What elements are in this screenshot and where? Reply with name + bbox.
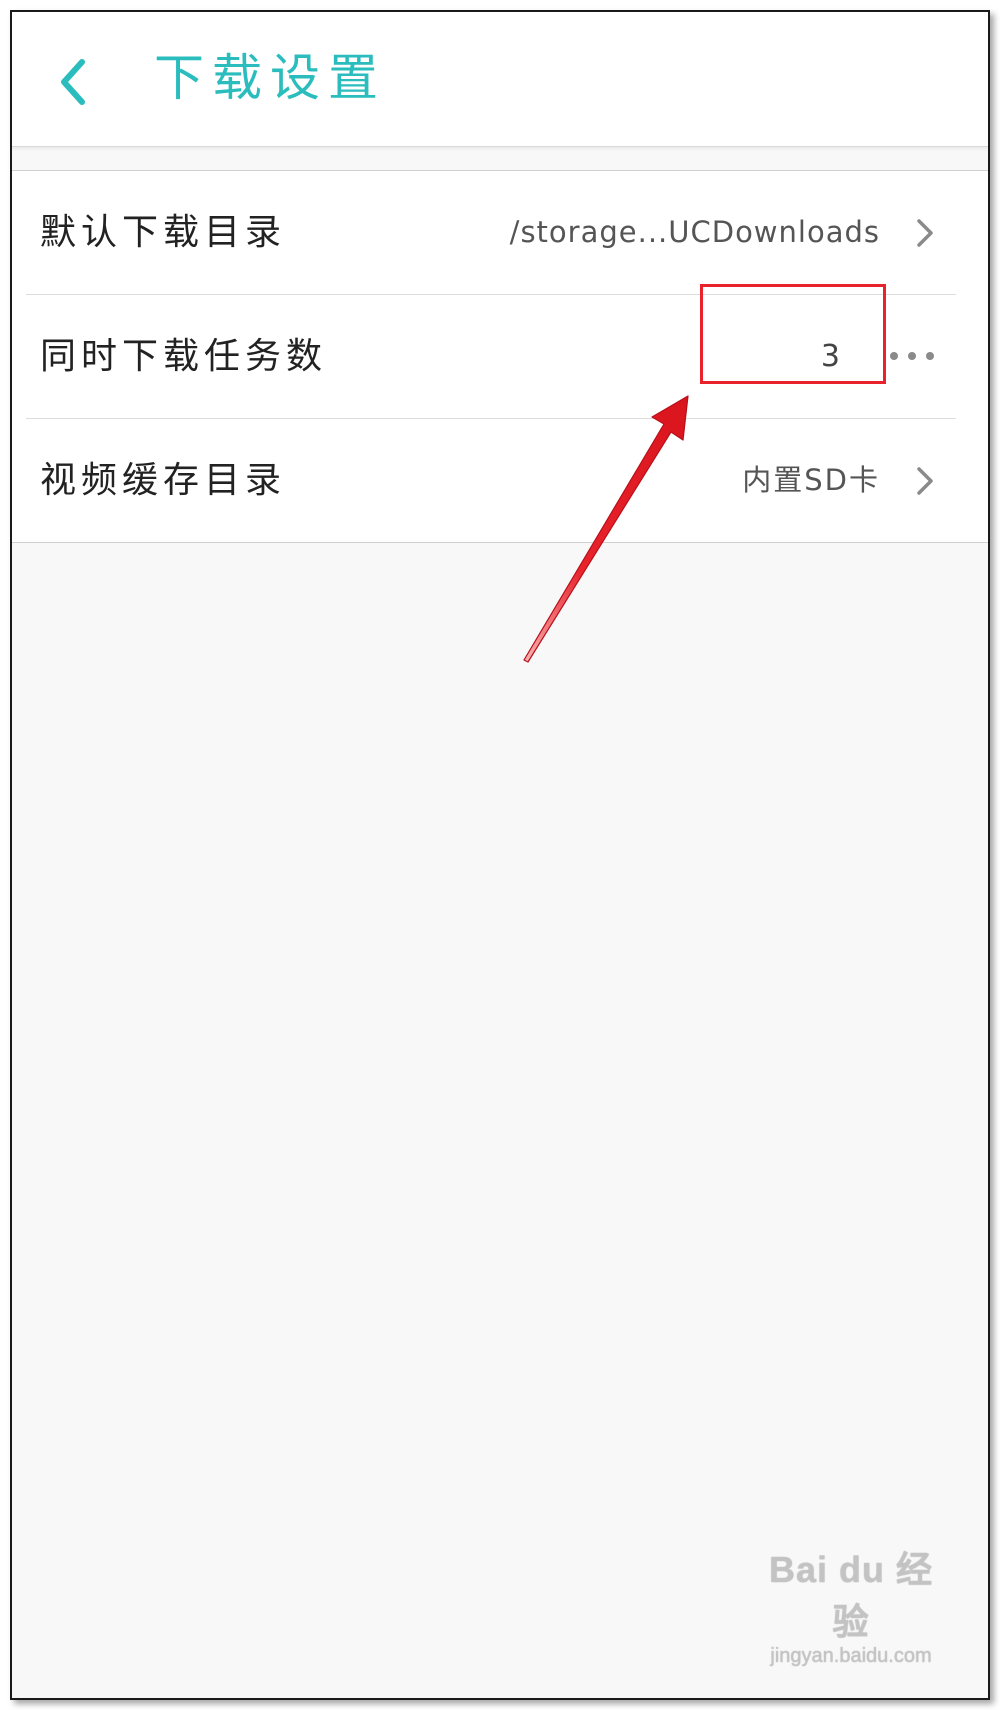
setting-value: /storage...UCDownloads (509, 215, 880, 249)
setting-row-download-directory[interactable]: 默认下载目录 /storage...UCDownloads (26, 171, 956, 295)
setting-row-video-cache-directory[interactable]: 视频缓存目录 内置SD卡 (26, 419, 956, 542)
setting-label: 默认下载目录 (40, 212, 287, 253)
more-horizontal-icon[interactable] (888, 349, 936, 363)
watermark: Bai du 经验 jingyan.baidu.com (766, 1541, 936, 1668)
chevron-left-icon[interactable] (52, 54, 100, 110)
watermark-logo: Bai du 经验 (768, 1549, 933, 1642)
chevron-right-icon (917, 467, 933, 495)
setting-value: 内置SD卡 (742, 463, 880, 497)
app-header: 下载设置 (12, 12, 988, 147)
page-title: 下载设置 (154, 49, 386, 107)
setting-label: 视频缓存目录 (40, 460, 287, 501)
screenshot-frame: 下载设置 默认下载目录 /storage...UCDownloads 同时下载任… (10, 10, 990, 1700)
chevron-right-icon (917, 219, 933, 247)
setting-label: 同时下载任务数 (40, 336, 328, 377)
annotation-highlight-box (700, 284, 886, 384)
watermark-url: jingyan.baidu.com (770, 1645, 932, 1667)
